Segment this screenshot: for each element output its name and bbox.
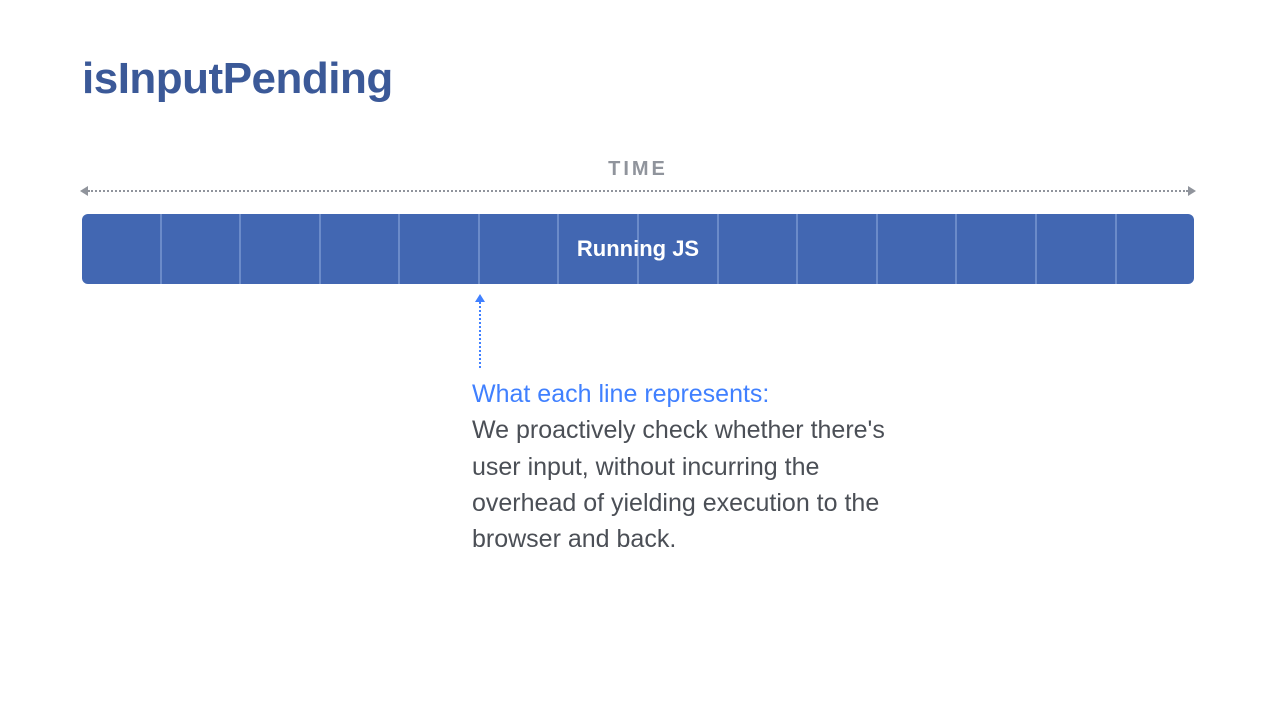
annotation-pointer: [479, 292, 481, 368]
bar-segment: [400, 214, 480, 284]
bar-segment: [1037, 214, 1117, 284]
bar-segment: [82, 214, 162, 284]
bar-segment: [241, 214, 321, 284]
time-axis-label: TIME: [82, 158, 1194, 181]
bar-segment: [798, 214, 878, 284]
bar-segment: [480, 214, 560, 284]
arrow-right-icon: [1188, 186, 1196, 196]
annotation-lead: What each line represents:: [472, 380, 769, 408]
timeline-dots: [88, 190, 1188, 192]
arrow-left-icon: [80, 186, 88, 196]
bar-segment: [957, 214, 1037, 284]
page-title: isInputPending: [82, 54, 393, 104]
running-js-bar: [82, 214, 1194, 284]
pointer-line: [479, 302, 481, 368]
bar-segment: [878, 214, 958, 284]
annotation-text: What each line represents: We proactivel…: [472, 376, 892, 557]
bar-segment: [639, 214, 719, 284]
arrow-up-icon: [475, 294, 485, 302]
bar-segment: [559, 214, 639, 284]
bar-segment: [719, 214, 799, 284]
annotation-body: We proactively check whether there's use…: [472, 416, 885, 553]
bar-segment: [162, 214, 242, 284]
timeline-axis: [82, 186, 1194, 196]
slide: isInputPending TIME Running JS What each…: [0, 0, 1276, 717]
bar-segment: [321, 214, 401, 284]
bar-segment: [1117, 214, 1194, 284]
